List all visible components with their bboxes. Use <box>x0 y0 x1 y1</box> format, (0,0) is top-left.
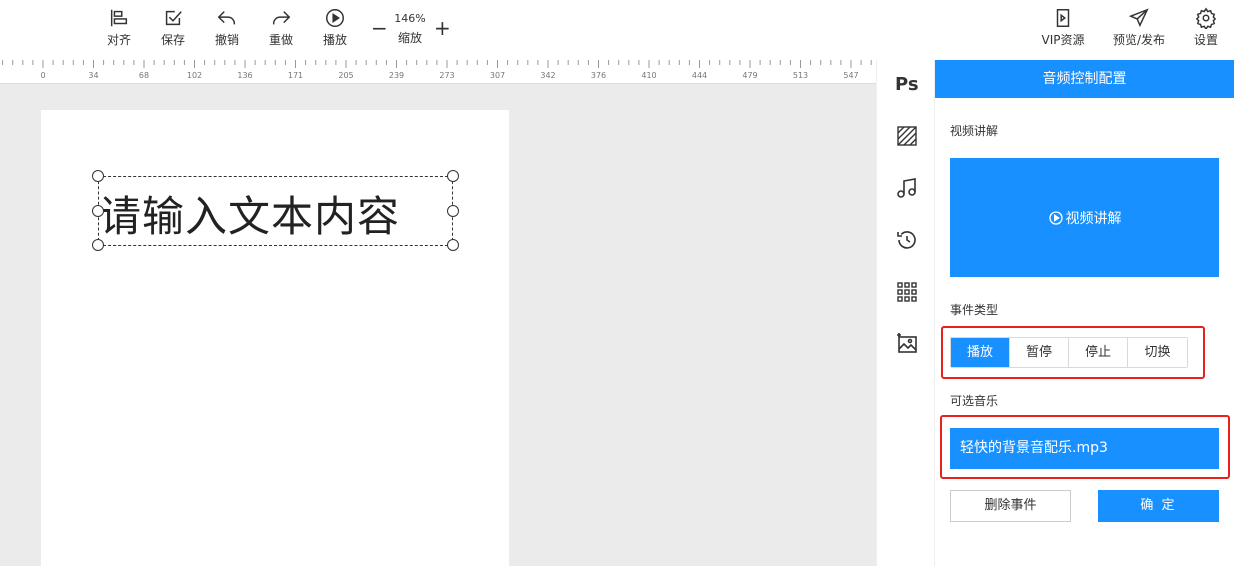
ruler-tick-label: 171 <box>288 71 303 80</box>
grid-apps-icon[interactable] <box>895 280 919 304</box>
canvas-area[interactable]: 请输入文本内容 <box>0 84 876 580</box>
selected-text-box[interactable]: 请输入文本内容 <box>92 170 459 251</box>
align-button[interactable]: 对齐 <box>97 7 141 48</box>
play-label: 播放 <box>322 33 347 47</box>
vip-label: VIP资源 <box>1041 33 1085 47</box>
settings-button[interactable]: 设置 <box>1176 7 1234 48</box>
audio-config-panel: 音频控制配置 视频讲解 视频讲解 事件类型 播放 暂停 停止 切换 可选音乐 轻… <box>935 60 1234 566</box>
ruler-tick-label: 342 <box>540 71 555 80</box>
music-note-icon[interactable] <box>895 176 919 200</box>
undo-label: 撤销 <box>214 33 239 47</box>
ruler-tick-label: 307 <box>490 71 505 80</box>
delete-event-button[interactable]: 删除事件 <box>950 490 1071 522</box>
ruler-tick-label: 479 <box>742 71 757 80</box>
ruler-tick-label: 547 <box>843 71 858 80</box>
align-icon <box>110 9 128 27</box>
event-type-segmented-control: 播放 暂停 停止 切换 <box>950 337 1188 368</box>
play-circle-icon <box>1048 210 1063 225</box>
video-explain-button[interactable]: 视频讲解 <box>950 158 1219 277</box>
resize-handle-top-left[interactable] <box>92 170 104 182</box>
event-type-label: 事件类型 <box>950 303 999 317</box>
video-explain-label: 视频讲解 <box>1065 210 1122 227</box>
music-option-item[interactable]: 轻快的背景音配乐.mp3 <box>950 428 1219 469</box>
image-icon[interactable] <box>895 332 919 356</box>
resize-handle-middle-right[interactable] <box>447 205 459 217</box>
resize-handle-bottom-right[interactable] <box>447 239 459 251</box>
save-label: 保存 <box>160 33 185 47</box>
ruler-tick-label: 136 <box>237 71 252 80</box>
ruler-tick-label: 205 <box>338 71 353 80</box>
event-type-switch[interactable]: 切换 <box>1128 338 1187 367</box>
ruler-tick-label: 68 <box>139 71 149 80</box>
ruler-tick-label: 239 <box>389 71 404 80</box>
vip-door-icon <box>1056 9 1070 27</box>
zoom-out-button[interactable]: − <box>371 16 388 40</box>
save-button[interactable]: 保存 <box>151 7 195 48</box>
undo-icon <box>217 11 236 25</box>
ruler-tick-label: 102 <box>187 71 202 80</box>
horizontal-ruler: 0 34 68 102 136 171 205 239 273 307 342 376 410 444 47… <box>0 60 876 84</box>
side-icon-bar: Ps <box>876 60 935 566</box>
align-label: 对齐 <box>106 33 131 47</box>
preview-publish-label: 预览/发布 <box>1112 33 1166 47</box>
panel-title: 音频控制配置 <box>935 60 1234 98</box>
redo-button[interactable]: 重做 <box>259 7 303 48</box>
zoom-control: 146% 缩放 <box>391 12 429 46</box>
zoom-percent: 146% <box>394 12 426 25</box>
save-check-icon <box>165 10 182 26</box>
redo-label: 重做 <box>268 33 293 47</box>
ruler-ticks: 0 34 68 102 136 171 205 239 273 307 342 376 410 444 47… <box>2 60 872 80</box>
ruler-tick-label: 410 <box>641 71 656 80</box>
event-type-pause[interactable]: 暂停 <box>1010 338 1069 367</box>
confirm-button[interactable]: 确 定 <box>1098 490 1219 522</box>
resize-handle-top-right[interactable] <box>447 170 459 182</box>
video-section-label: 视频讲解 <box>950 124 999 138</box>
send-plane-icon <box>1128 8 1149 28</box>
history-icon[interactable] <box>895 228 919 252</box>
zoom-label: 缩放 <box>397 31 422 45</box>
ruler-tick-label: 513 <box>793 71 808 80</box>
play-button[interactable]: 播放 <box>313 7 357 48</box>
gear-icon <box>1195 7 1217 29</box>
resize-handle-middle-left[interactable] <box>92 205 104 217</box>
settings-label: 设置 <box>1193 33 1218 47</box>
preview-publish-button[interactable]: 预览/发布 <box>1109 7 1169 48</box>
canvas-page[interactable]: 请输入文本内容 <box>41 110 509 580</box>
event-type-stop[interactable]: 停止 <box>1069 338 1128 367</box>
zoom-in-button[interactable]: + <box>434 16 451 40</box>
redo-icon <box>272 11 291 25</box>
ruler-tick-label: 376 <box>591 71 606 80</box>
top-toolbar: 对齐 保存 撤销 重做 播放 − 146% 缩放 + VIP资源 预览/发布 设… <box>0 0 1234 60</box>
ps-icon[interactable]: Ps <box>895 74 919 95</box>
music-section-label: 可选音乐 <box>950 394 999 408</box>
play-circle-icon <box>326 9 344 27</box>
text-content[interactable]: 请输入文本内容 <box>99 183 454 244</box>
resize-handle-bottom-left[interactable] <box>92 239 104 251</box>
vip-resources-button[interactable]: VIP资源 <box>1033 7 1093 48</box>
undo-button[interactable]: 撤销 <box>205 7 249 48</box>
event-type-play[interactable]: 播放 <box>951 338 1010 367</box>
ruler-tick-label: 0 <box>40 71 45 80</box>
texture-pattern-icon[interactable] <box>895 124 919 148</box>
ruler-tick-label: 444 <box>692 71 707 80</box>
ruler-tick-label: 273 <box>439 71 454 80</box>
ruler-tick-label: 34 <box>88 71 98 80</box>
